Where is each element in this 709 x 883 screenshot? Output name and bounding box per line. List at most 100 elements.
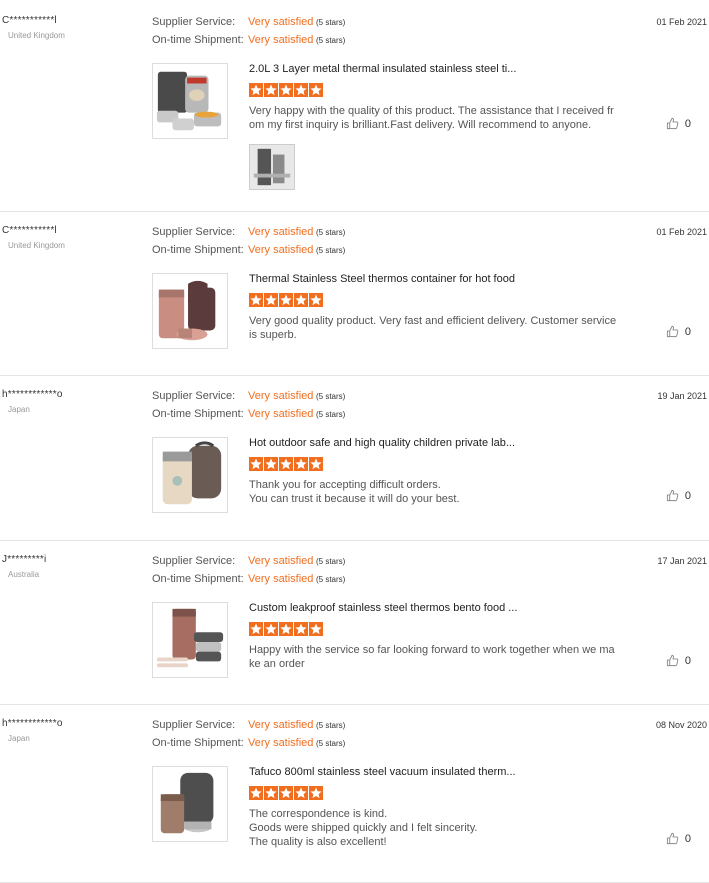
supplier-service-label: Supplier Service: <box>152 390 236 402</box>
helpful-button[interactable]: 0 <box>666 325 691 338</box>
product-info: Custom leakproof stainless steel thermos… <box>152 602 619 678</box>
review-item: h************o Japan Supplier Service: Very… <box>0 376 709 541</box>
review-attachment-image[interactable] <box>249 144 295 190</box>
rating-star-icon <box>249 786 263 800</box>
buyer-info: h************o Japan <box>2 718 142 743</box>
rating-star-icon <box>249 83 263 97</box>
review-details: Hot outdoor safe and high quality childr… <box>249 437 619 513</box>
helpful-button[interactable]: 0 <box>666 117 691 130</box>
thumbs-up-icon <box>666 832 679 845</box>
buyer-name: C***********l <box>2 225 57 236</box>
rating-star-icon <box>264 457 278 471</box>
review-details: Custom leakproof stainless steel thermos… <box>249 602 619 678</box>
star-rating <box>249 83 619 99</box>
product-title-link[interactable]: Hot outdoor safe and high quality childr… <box>249 437 619 453</box>
review-date: 01 Feb 2021 <box>656 227 707 237</box>
shipment-label: On-time Shipment: <box>152 408 244 420</box>
rating-star-icon <box>294 293 308 307</box>
rating-star-icon <box>294 83 308 97</box>
star-rating <box>249 786 619 802</box>
supplier-ratings: Supplier Service: Very satisfied (5 stars)… <box>152 390 345 426</box>
shipment-label: On-time Shipment: <box>152 737 244 749</box>
supplier-service-label: Supplier Service: <box>152 555 236 567</box>
product-thumbnail[interactable] <box>152 437 228 513</box>
rating-star-icon <box>264 293 278 307</box>
review-comment: Thank you for accepting difficult orders… <box>249 479 460 505</box>
helpful-button[interactable]: 0 <box>666 654 691 667</box>
supplier-ratings: Supplier Service: Very satisfied (5 stars)… <box>152 555 345 591</box>
shipment-value: Very satisfied <box>248 408 314 420</box>
supplier-service-row: Supplier Service: Very satisfied (5 stars) <box>152 719 345 737</box>
review-item: C***********l United Kingdom Supplier Serv… <box>0 2 709 212</box>
rating-star-icon <box>309 622 323 636</box>
rating-star-icon <box>309 293 323 307</box>
supplier-service-label: Supplier Service: <box>152 226 236 238</box>
product-info: Tafuco 800ml stainless steel vacuum insu… <box>152 766 619 849</box>
buyer-info: J*********i Australia <box>2 554 142 579</box>
shipment-value: Very satisfied <box>248 573 314 585</box>
product-title-link[interactable]: 2.0L 3 Layer metal thermal insulated sta… <box>249 63 619 79</box>
star-rating <box>249 293 619 309</box>
supplier-service-row: Supplier Service: Very satisfied (5 stars) <box>152 390 345 408</box>
review-comment: Very happy with the quality of this prod… <box>249 105 614 131</box>
shipment-label: On-time Shipment: <box>152 244 244 256</box>
thumbs-up-icon <box>666 489 679 502</box>
rating-star-icon <box>279 293 293 307</box>
review-comment: The correspondence is kind. Goods were s… <box>249 808 478 848</box>
helpful-button[interactable]: 0 <box>666 489 691 502</box>
supplier-service-label: Supplier Service: <box>152 719 236 731</box>
product-title-link[interactable]: Tafuco 800ml stainless steel vacuum insu… <box>249 766 619 782</box>
supplier-service-stars: (5 stars) <box>316 18 346 27</box>
shipment-value: Very satisfied <box>248 244 314 256</box>
buyer-country: Japan <box>8 734 30 743</box>
review-details: 2.0L 3 Layer metal thermal insulated sta… <box>249 63 619 139</box>
rating-star-icon <box>309 786 323 800</box>
product-thumbnail[interactable] <box>152 63 228 139</box>
shipment-row: On-time Shipment: Very satisfied (5 stars) <box>152 573 345 591</box>
shipment-stars: (5 stars) <box>316 36 346 45</box>
supplier-service-row: Supplier Service: Very satisfied (5 stars) <box>152 16 345 34</box>
review-details: Thermal Stainless Steel thermos containe… <box>249 273 619 349</box>
product-thumbnail[interactable] <box>152 602 228 678</box>
rating-star-icon <box>279 83 293 97</box>
supplier-service-value: Very satisfied <box>248 16 314 28</box>
shipment-row: On-time Shipment: Very satisfied (5 stars) <box>152 737 345 755</box>
rating-star-icon <box>249 457 263 471</box>
shipment-value: Very satisfied <box>248 34 314 46</box>
supplier-service-stars: (5 stars) <box>316 228 346 237</box>
rating-star-icon <box>279 457 293 471</box>
product-thumbnail[interactable] <box>152 766 228 842</box>
helpful-count: 0 <box>684 489 691 502</box>
shipment-stars: (5 stars) <box>316 575 346 584</box>
product-thumbnail[interactable] <box>152 273 228 349</box>
supplier-ratings: Supplier Service: Very satisfied (5 stars)… <box>152 719 345 755</box>
buyer-country: Australia <box>8 570 40 579</box>
rating-star-icon <box>264 622 278 636</box>
review-comment: Happy with the service so far looking fo… <box>249 644 615 670</box>
helpful-count: 0 <box>684 654 691 667</box>
buyer-info: C***********l United Kingdom <box>2 15 142 40</box>
shipment-row: On-time Shipment: Very satisfied (5 stars) <box>152 408 345 426</box>
product-info: Hot outdoor safe and high quality childr… <box>152 437 619 513</box>
thumbs-up-icon <box>666 325 679 338</box>
helpful-button[interactable]: 0 <box>666 832 691 845</box>
thumbs-up-icon <box>666 654 679 667</box>
shipment-stars: (5 stars) <box>316 246 346 255</box>
supplier-service-value: Very satisfied <box>248 719 314 731</box>
helpful-count: 0 <box>684 832 691 845</box>
rating-star-icon <box>309 83 323 97</box>
helpful-count: 0 <box>684 325 691 338</box>
buyer-info: C***********l United Kingdom <box>2 225 142 250</box>
thumbs-up-icon <box>666 117 679 130</box>
product-info: Thermal Stainless Steel thermos containe… <box>152 273 619 349</box>
product-title-link[interactable]: Custom leakproof stainless steel thermos… <box>249 602 619 618</box>
rating-star-icon <box>309 457 323 471</box>
rating-star-icon <box>249 622 263 636</box>
product-info: 2.0L 3 Layer metal thermal insulated sta… <box>152 63 619 139</box>
buyer-country: United Kingdom <box>8 241 65 250</box>
review-date: 01 Feb 2021 <box>656 17 707 27</box>
rating-star-icon <box>294 457 308 471</box>
supplier-service-value: Very satisfied <box>248 226 314 238</box>
product-title-link[interactable]: Thermal Stainless Steel thermos containe… <box>249 273 619 289</box>
buyer-country: Japan <box>8 405 30 414</box>
